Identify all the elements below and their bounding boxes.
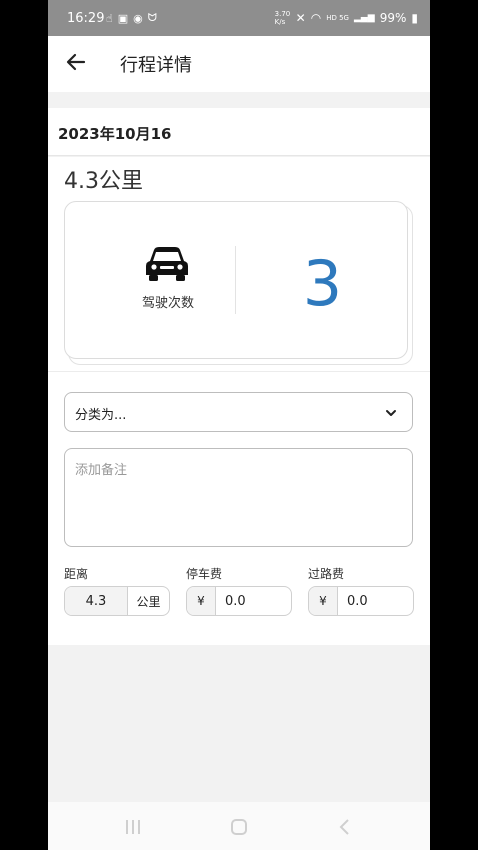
date-header: 2023年10月16 bbox=[48, 108, 430, 156]
app-bar: 行程详情 bbox=[48, 36, 430, 92]
distance-field: 公里 bbox=[64, 586, 170, 616]
distance-title: 4.3公里 bbox=[64, 169, 143, 194]
phone-screen: 16:29 ☝ ▣ ◉ ᗢ 3.70 K/s ✕ ◠ HD 5G ▂▄▆ 99%… bbox=[48, 0, 430, 850]
page-title: 行程详情 bbox=[120, 55, 192, 76]
category-select[interactable]: 分类为... bbox=[64, 392, 413, 432]
drive-count-label: 驾驶次数 bbox=[141, 296, 194, 311]
battery-percent: 99% bbox=[379, 11, 407, 25]
app-badge-icon: ◉ bbox=[133, 11, 143, 25]
home-icon[interactable] bbox=[230, 818, 248, 836]
notes-textarea[interactable] bbox=[64, 448, 413, 547]
trip-detail-panel: 4.3公里 驾驶次数 3 分类为... 距离 bbox=[48, 157, 430, 645]
parking-fee-label: 停车费 bbox=[186, 567, 223, 581]
toll-fee-field: ¥ bbox=[308, 586, 414, 616]
toll-fee-label: 过路费 bbox=[308, 567, 345, 581]
status-time: 16:29 bbox=[67, 11, 105, 26]
nav-back-icon[interactable] bbox=[338, 818, 352, 836]
parking-fee-input[interactable] bbox=[216, 587, 291, 615]
card-divider bbox=[235, 246, 236, 314]
notification-icons: ☝ ▣ ◉ ᗢ bbox=[106, 11, 157, 25]
distance-label: 距离 bbox=[64, 567, 89, 581]
drive-summary-card[interactable]: 驾驶次数 3 bbox=[64, 201, 408, 359]
distance-input[interactable] bbox=[65, 587, 128, 615]
parking-fee-field: ¥ bbox=[186, 586, 292, 616]
network-label: HD 5G bbox=[326, 14, 349, 22]
section-divider bbox=[48, 371, 430, 372]
category-select-label: 分类为... bbox=[75, 408, 127, 423]
gallery-icon: ▣ bbox=[117, 11, 129, 25]
recent-apps-icon[interactable] bbox=[124, 818, 142, 836]
wifi-icon: ◠ bbox=[310, 11, 322, 25]
system-icons: 3.70 K/s ✕ ◠ HD 5G ▂▄▆ 99% ▮ bbox=[275, 10, 418, 26]
system-nav-bar bbox=[48, 802, 430, 850]
car-icon bbox=[146, 247, 188, 281]
trip-date: 2023年10月16 bbox=[58, 125, 172, 143]
chevron-down-icon bbox=[386, 410, 396, 416]
arrow-left-icon[interactable] bbox=[64, 50, 88, 74]
drive-count: 3 bbox=[302, 247, 343, 320]
toll-currency: ¥ bbox=[309, 587, 338, 615]
toll-fee-input[interactable] bbox=[338, 587, 413, 615]
cat-icon: ᗢ bbox=[147, 11, 157, 24]
mute-icon: ✕ bbox=[295, 11, 306, 25]
net-speed: 3.70 K/s bbox=[274, 10, 291, 26]
notification-alert-icon: ☝ bbox=[106, 11, 113, 25]
status-bar: 16:29 ☝ ▣ ◉ ᗢ 3.70 K/s ✕ ◠ HD 5G ▂▄▆ 99%… bbox=[48, 0, 430, 36]
distance-unit: 公里 bbox=[136, 594, 161, 609]
parking-currency: ¥ bbox=[187, 587, 216, 615]
battery-icon: ▮ bbox=[411, 11, 418, 25]
signal-icon: ▂▄▆ bbox=[353, 13, 375, 23]
